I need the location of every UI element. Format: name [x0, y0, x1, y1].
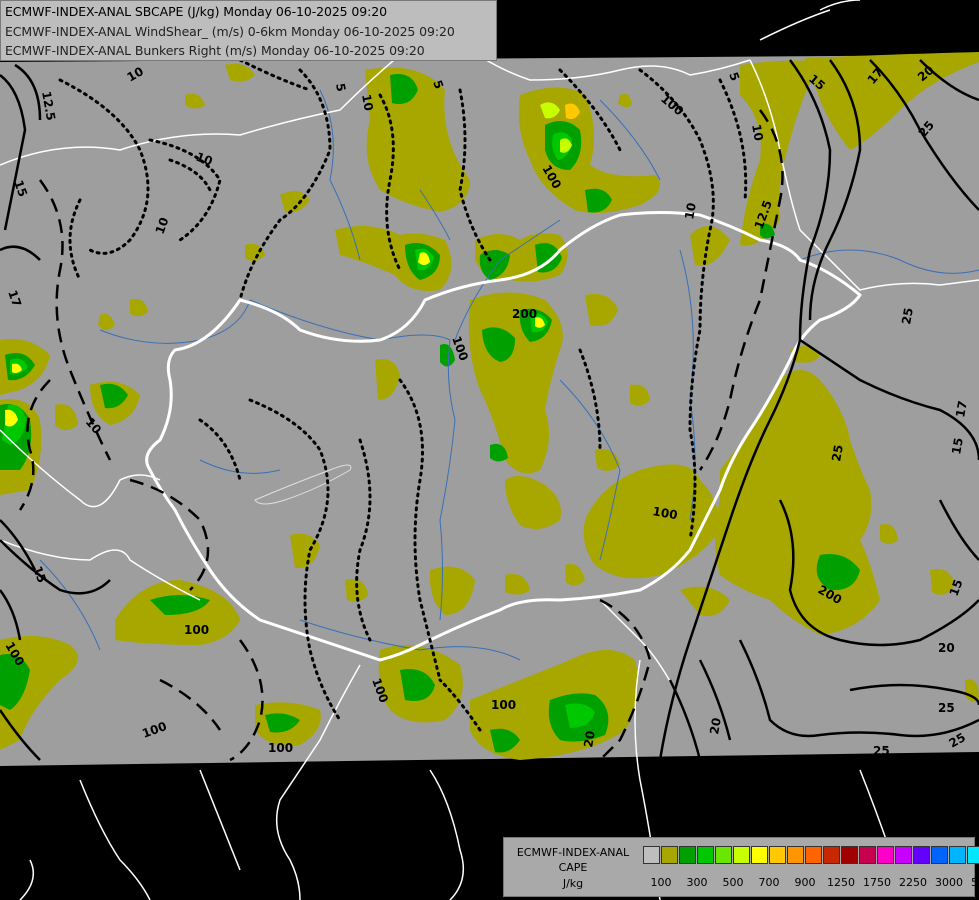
legend-swatch — [823, 846, 840, 864]
legend-ticks: 100 300 500 700 900 1250 1750 2250 3000 5000 — [641, 876, 979, 890]
contour-label: 25 — [873, 744, 890, 758]
cape-legend: ECMWF-INDEX-ANAL CAPE J/kg 100 300 500 700 9… — [503, 837, 979, 897]
legend-swatch — [967, 846, 979, 864]
legend-swatch — [697, 846, 714, 864]
contour-label: 10 — [682, 202, 699, 221]
header-bunkers-title: ECMWF-INDEX-ANAL Bunkers Right (m/s) Mon… — [5, 43, 425, 58]
legend-tick-label: 2250 — [899, 876, 927, 889]
legend-swatch — [787, 846, 804, 864]
legend-swatch — [859, 846, 876, 864]
contour-label: 200 — [512, 307, 537, 321]
contour-label: 20 — [707, 717, 724, 736]
legend-tick-label: 1250 — [827, 876, 855, 889]
header-windshear-title: ECMWF-INDEX-ANAL WindShear_ (m/s) 0-6km … — [5, 24, 455, 39]
legend-swatch — [679, 846, 696, 864]
header-sbcape-title: ECMWF-INDEX-ANAL SBCAPE (J/kg) Monday 06… — [5, 4, 387, 19]
legend-swatch — [841, 846, 858, 864]
legend-swatch — [931, 846, 948, 864]
legend-swatch — [895, 846, 912, 864]
legend-tick-label: 900 — [794, 876, 816, 889]
contour-label: 20 — [581, 730, 598, 749]
legend-swatch — [715, 846, 732, 864]
contour-label: 25 — [899, 307, 916, 326]
legend-swatch — [733, 846, 750, 864]
contour-label: 100 — [491, 698, 516, 712]
legend-tick-label: 700 — [758, 876, 780, 889]
weather-map: 10 12.5 15 17 10 10 5 10 5 100 5 10 100 … — [0, 0, 979, 900]
legend-swatches — [643, 846, 979, 864]
legend-swatch — [751, 846, 768, 864]
legend-tick-label: 3000 — [935, 876, 963, 889]
legend-tick-label: 100 — [650, 876, 672, 889]
legend-swatch — [769, 846, 786, 864]
contour-label: 100 — [184, 623, 209, 637]
legend-swatch — [805, 846, 822, 864]
contour-label: 17 — [953, 400, 970, 419]
contour-label: 20 — [938, 641, 955, 655]
legend-tick-label: 1750 — [863, 876, 891, 889]
legend-tick-label: 500 — [722, 876, 744, 889]
legend-swatch — [877, 846, 894, 864]
legend-swatch — [913, 846, 930, 864]
contour-label: 100 — [268, 741, 293, 755]
legend-variable: CAPE — [558, 861, 588, 874]
legend-source: ECMWF-INDEX-ANAL — [516, 846, 630, 859]
contour-label: 15 — [949, 437, 966, 456]
legend-tick-label: 5000 — [971, 876, 979, 889]
legend-swatch — [661, 846, 678, 864]
contour-label: 10 — [749, 123, 766, 142]
legend-unit: J/kg — [562, 877, 584, 890]
legend-swatch — [643, 846, 660, 864]
map-header: ECMWF-INDEX-ANAL SBCAPE (J/kg) Monday 06… — [0, 0, 497, 61]
contour-label: 25 — [829, 444, 846, 463]
legend-tick-label: 300 — [686, 876, 708, 889]
contour-label: 10 — [359, 93, 376, 112]
legend-swatch — [949, 846, 966, 864]
contour-label: 25 — [938, 701, 955, 715]
